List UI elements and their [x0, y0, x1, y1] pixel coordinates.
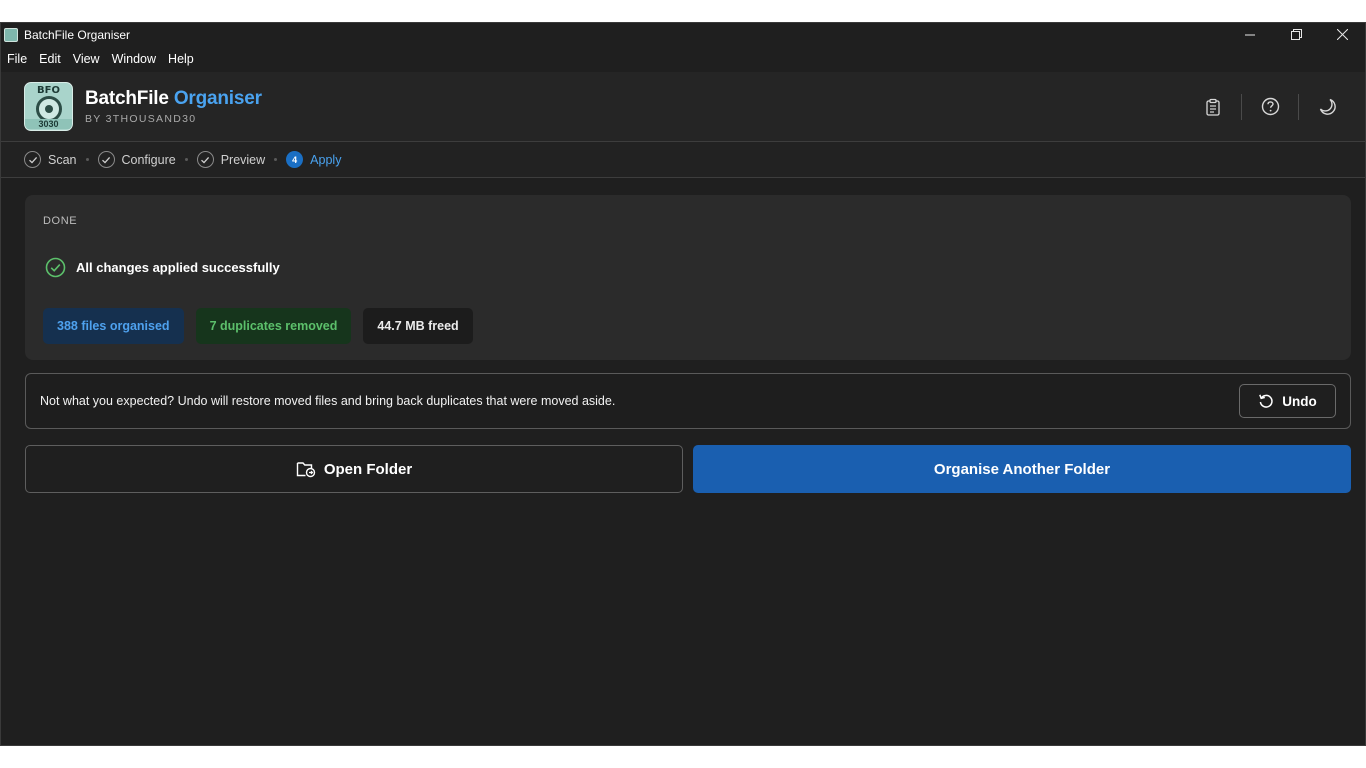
success-message-row: All changes applied successfully	[45, 257, 280, 278]
step-separator	[85, 158, 89, 161]
undo-icon	[1259, 394, 1273, 408]
header-divider	[1298, 93, 1299, 120]
app-logo: BFO 3030	[24, 82, 73, 131]
app-header: BFO 3030 BatchFile Organiser BY 3THOUSAN…	[1, 72, 1365, 142]
success-check-icon	[45, 257, 66, 278]
step-apply[interactable]: 4 Apply	[286, 151, 341, 168]
close-icon	[1336, 29, 1348, 40]
undo-card: Not what you expected? Undo will restore…	[25, 373, 1351, 429]
app-window: BatchFile Organiser File Edit View Windo…	[0, 22, 1366, 746]
step-label: Apply	[310, 152, 342, 167]
logo-bottom-text: 3030	[25, 119, 72, 129]
brand-byline: BY 3THOUSAND30	[85, 113, 197, 125]
clipboard-button[interactable]	[1193, 87, 1233, 127]
header-actions	[1193, 72, 1365, 141]
result-card: DONE All changes applied successfully 38…	[25, 195, 1351, 360]
open-folder-label: Open Folder	[323, 460, 413, 478]
space-freed-badge: 44.7 MB freed	[363, 308, 473, 344]
step-preview[interactable]: Preview	[196, 151, 266, 168]
clipboard-icon	[1206, 98, 1220, 116]
logo-top-text: BFO	[37, 85, 60, 96]
success-message: All changes applied successfully	[76, 260, 280, 275]
brand-main: BatchFile	[85, 88, 169, 109]
minimize-button[interactable]	[1227, 23, 1273, 46]
wizard-steps: Scan Configure Preview 4 Apply	[1, 142, 1365, 178]
header-divider	[1241, 93, 1242, 120]
step-scan[interactable]: Scan	[24, 151, 77, 168]
theme-toggle-button[interactable]	[1307, 87, 1347, 127]
step-configure[interactable]: Configure	[97, 151, 176, 168]
restore-button[interactable]	[1273, 23, 1319, 46]
step-label: Configure	[121, 152, 176, 167]
restore-icon	[1290, 29, 1302, 40]
menu-window[interactable]: Window	[112, 52, 156, 66]
menu-file[interactable]: File	[7, 52, 27, 66]
menu-help[interactable]: Help	[168, 52, 194, 66]
files-organised-badge: 388 files organised	[43, 308, 184, 344]
menu-bar: File Edit View Window Help	[1, 46, 1365, 72]
step-separator	[274, 158, 278, 161]
window-title: BatchFile Organiser	[24, 27, 131, 42]
app-icon	[4, 27, 18, 42]
undo-message: Not what you expected? Undo will restore…	[40, 394, 616, 408]
duplicates-removed-badge: 7 duplicates removed	[195, 308, 352, 344]
help-button[interactable]	[1250, 87, 1290, 127]
undo-button-label: Undo	[1282, 393, 1317, 409]
checkmark-icon	[24, 151, 41, 168]
checkmark-icon	[196, 151, 214, 168]
organise-another-label: Organise Another Folder	[933, 460, 1111, 478]
minimize-icon	[1245, 34, 1255, 35]
menu-edit[interactable]: Edit	[39, 52, 61, 66]
step-label: Scan	[48, 152, 77, 167]
brand-accent: Organiser	[173, 88, 262, 109]
brand: BatchFile Organiser BY 3THOUSAND30	[85, 88, 262, 125]
organise-another-folder-button[interactable]: Organise Another Folder	[693, 445, 1351, 493]
section-label: DONE	[43, 215, 78, 227]
step-separator	[184, 158, 188, 161]
close-button[interactable]	[1319, 23, 1365, 46]
theme-moon-icon	[1319, 98, 1336, 115]
folder-open-icon	[296, 462, 316, 478]
brand-name: BatchFile Organiser	[85, 88, 262, 110]
menu-view[interactable]: View	[73, 52, 100, 66]
checkmark-icon	[97, 151, 115, 168]
open-folder-button[interactable]: Open Folder	[25, 445, 683, 493]
result-badges: 388 files organised 7 duplicates removed…	[43, 308, 485, 344]
title-bar[interactable]: BatchFile Organiser	[1, 23, 1365, 46]
help-icon	[1261, 97, 1279, 116]
step-number-badge: 4	[286, 151, 304, 168]
step-label: Preview	[220, 152, 266, 167]
undo-button[interactable]: Undo	[1239, 384, 1336, 418]
